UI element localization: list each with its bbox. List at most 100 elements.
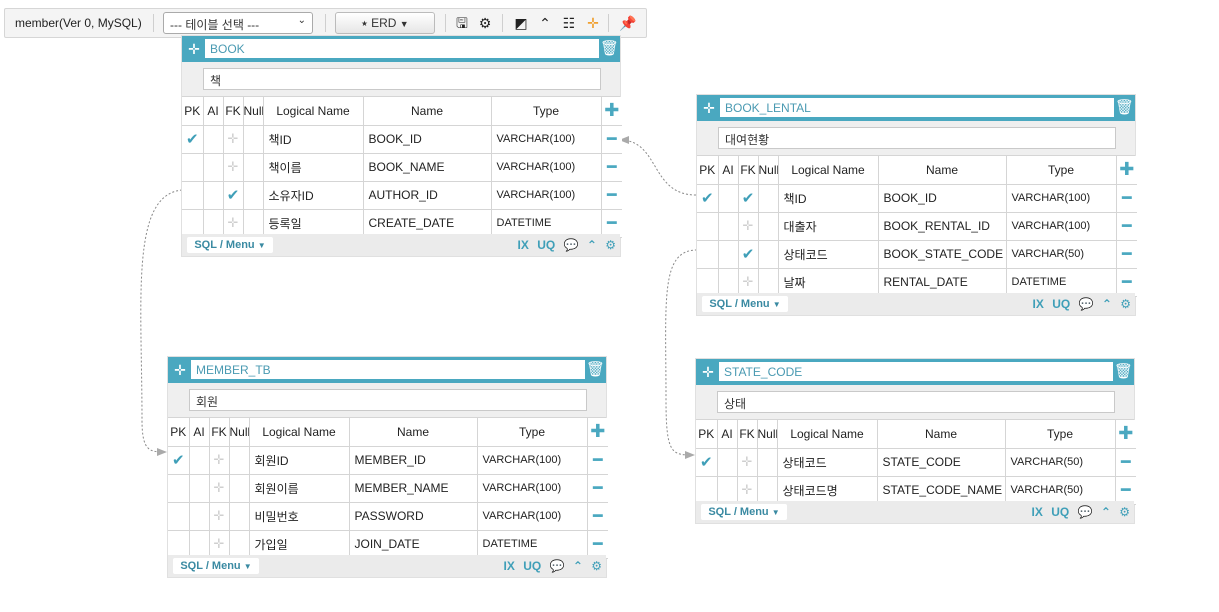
index-button[interactable]: IX [1032,504,1043,520]
ai-cell[interactable] [203,209,224,238]
table-row[interactable]: ✛ 상태코드명 STATE_CODE_NAME VARCHAR(50) ━ [696,476,1136,505]
trash-icon[interactable]: 🗑 [1114,360,1133,384]
logical-name-cell[interactable]: 회원ID [249,446,350,475]
logical-name-cell[interactable]: 날짜 [778,268,879,297]
add-column-button[interactable]: ✚ [601,97,622,126]
ai-cell[interactable] [203,153,224,182]
trash-icon[interactable]: 🗑 [586,358,605,382]
pk-cell[interactable] [182,209,204,238]
name-cell[interactable]: AUTHOR_ID [363,181,492,210]
index-button[interactable]: IX [504,558,515,574]
logical-name-cell[interactable]: 소유자ID [263,181,364,210]
fk-cell[interactable]: ✔ [738,184,759,213]
name-cell[interactable]: MEMBER_NAME [349,474,478,503]
name-cell[interactable]: STATE_CODE_NAME [877,476,1006,505]
fk-cell[interactable]: ✛ [738,212,759,241]
trash-icon[interactable]: 🗑 [600,37,619,61]
null-cell[interactable] [229,530,250,559]
type-cell[interactable]: VARCHAR(100) [477,474,588,503]
fk-cell[interactable]: ✛ [223,209,244,238]
table-comment-input[interactable]: 상태 [717,391,1115,413]
pk-cell[interactable] [168,502,190,531]
type-cell[interactable]: VARCHAR(100) [491,125,602,154]
null-cell[interactable] [758,240,779,269]
table-comment-input[interactable]: 대여현황 [718,127,1116,149]
index-button[interactable]: IX [1033,296,1044,312]
name-cell[interactable]: CREATE_DATE [363,209,492,238]
gear-icon[interactable]: ⚙ [1120,296,1131,312]
table-row[interactable]: ✛ 대출자 BOOK_RENTAL_ID VARCHAR(100) ━ [697,212,1137,241]
name-cell[interactable]: BOOK_ID [878,184,1007,213]
logical-name-cell[interactable]: 가입일 [249,530,350,559]
add-column-button[interactable]: ✚ [1116,156,1137,185]
pk-cell[interactable] [697,212,719,241]
unique-button[interactable]: UQ [537,237,555,253]
move-icon[interactable]: ✛ [700,98,718,118]
sql-menu-button[interactable]: SQL / Menu ▼ [701,504,787,520]
sql-menu-button[interactable]: SQL / Menu ▼ [173,558,259,574]
logical-name-cell[interactable]: 상태코드 [778,240,879,269]
table-member-tb[interactable]: ✛ MEMBER_TB 🗑 회원 PK AI FK Null Logical N… [167,356,608,578]
table-state-code[interactable]: ✛ STATE_CODE 🗑 상태 PK AI FK Null Logical … [695,358,1136,524]
table-row[interactable]: ✔ 소유자ID AUTHOR_ID VARCHAR(100) ━ [182,181,622,210]
remove-column-button[interactable]: ━ [587,502,608,531]
comment-icon[interactable]: 💬 [550,558,565,574]
logical-name-cell[interactable]: 상태코드 [777,448,878,477]
remove-column-button[interactable]: ━ [601,209,622,238]
table-row[interactable]: ✛ 책이름 BOOK_NAME VARCHAR(100) ━ [182,153,622,182]
ai-cell[interactable] [718,184,739,213]
fk-cell[interactable]: ✔ [738,240,759,269]
type-cell[interactable]: VARCHAR(50) [1005,448,1116,477]
type-cell[interactable]: VARCHAR(50) [1006,240,1117,269]
null-cell[interactable] [758,268,779,297]
move-icon[interactable]: ✛ [171,360,189,380]
logical-name-cell[interactable]: 책이름 [263,153,364,182]
remove-column-button[interactable]: ━ [1116,184,1137,213]
type-cell[interactable]: DATETIME [1006,268,1117,297]
unique-button[interactable]: UQ [1051,504,1069,520]
name-cell[interactable]: BOOK_ID [363,125,492,154]
pk-cell[interactable] [168,474,190,503]
table-row[interactable]: ✔ ✔ 책ID BOOK_ID VARCHAR(100) ━ [697,184,1137,213]
logical-name-cell[interactable]: 회원이름 [249,474,350,503]
logical-name-cell[interactable]: 책ID [263,125,364,154]
name-cell[interactable]: JOIN_DATE [349,530,478,559]
table-row[interactable]: ✛ 날짜 RENTAL_DATE DATETIME ━ [697,268,1137,297]
table-name-input[interactable]: STATE_CODE [718,361,1114,382]
index-button[interactable]: IX [518,237,529,253]
table-row[interactable]: ✛ 가입일 JOIN_DATE DATETIME ━ [168,530,608,559]
null-cell[interactable] [229,474,250,503]
comment-icon[interactable]: 💬 [564,237,579,253]
fk-cell[interactable]: ✛ [209,530,230,559]
move-icon[interactable]: ✛ [699,362,717,382]
ai-cell[interactable] [189,446,210,475]
type-cell[interactable]: DATETIME [491,209,602,238]
fk-cell[interactable]: ✛ [223,125,244,154]
remove-column-button[interactable]: ━ [601,125,622,154]
name-cell[interactable]: RENTAL_DATE [878,268,1007,297]
sql-menu-button[interactable]: SQL / Menu ▼ [702,296,788,312]
add-column-button[interactable]: ✚ [587,418,608,447]
pk-cell[interactable] [697,268,719,297]
null-cell[interactable] [758,184,779,213]
null-cell[interactable] [757,448,778,477]
remove-column-button[interactable]: ━ [587,530,608,559]
pk-cell[interactable]: ✔ [696,448,718,477]
name-cell[interactable]: BOOK_NAME [363,153,492,182]
ai-cell[interactable] [718,212,739,241]
table-name-input[interactable]: MEMBER_TB [190,359,586,380]
ai-cell[interactable] [717,448,738,477]
gear-icon[interactable]: ⚙ [605,237,616,253]
unique-button[interactable]: UQ [523,558,541,574]
remove-column-button[interactable]: ━ [1116,268,1137,297]
table-comment-input[interactable]: 책 [203,68,601,90]
type-cell[interactable]: VARCHAR(100) [491,181,602,210]
logical-name-cell[interactable]: 등록일 [263,209,364,238]
table-row[interactable]: ✔ ✛ 상태코드 STATE_CODE VARCHAR(50) ━ [696,448,1136,477]
null-cell[interactable] [243,209,264,238]
gear-icon[interactable]: ⚙ [591,558,602,574]
table-name-input[interactable]: BOOK_LENTAL [719,97,1115,118]
remove-column-button[interactable]: ━ [1116,240,1137,269]
ai-cell[interactable] [203,181,224,210]
pk-cell[interactable]: ✔ [697,184,719,213]
